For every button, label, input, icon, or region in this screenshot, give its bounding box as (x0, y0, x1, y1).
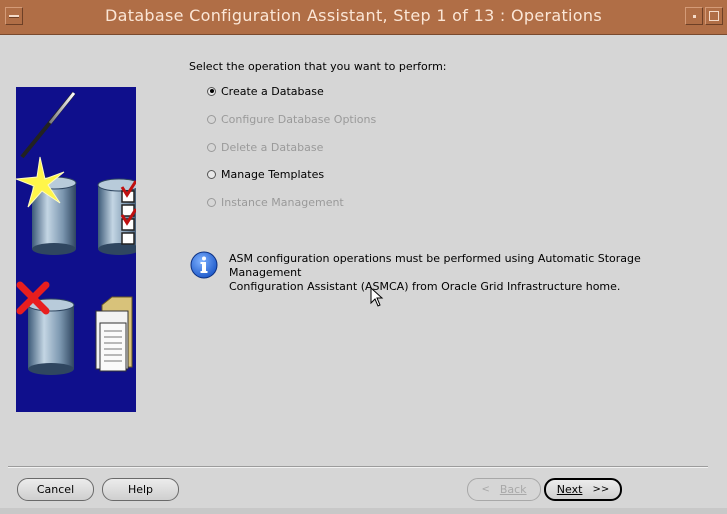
next-button[interactable]: Next >> (544, 478, 622, 501)
folder-icon (95, 296, 133, 372)
back-button[interactable]: < Back (467, 478, 541, 501)
radio-label: Delete a Database (221, 140, 324, 154)
chevron-right-icon: >> (592, 484, 610, 495)
chevron-left-icon: < (481, 484, 490, 495)
cancel-button[interactable]: Cancel (17, 478, 94, 501)
wizard-illustration (15, 87, 156, 412)
radio-button-disabled (207, 197, 216, 207)
radio-label: Instance Management (221, 195, 344, 209)
radio-configure-options: Configure Database Options (207, 111, 376, 127)
help-button[interactable]: Help (102, 478, 179, 501)
radio-label: Create a Database (221, 84, 324, 98)
radio-label: Configure Database Options (221, 112, 377, 126)
info-line-1: ASM configuration operations must be per… (229, 252, 641, 279)
back-button-label: Back (499, 483, 527, 496)
next-button-label: Next (556, 483, 583, 496)
radio-create-database[interactable]: Create a Database (207, 83, 324, 99)
radio-button[interactable] (207, 169, 216, 179)
info-line-2: Configuration Assistant (ASMCA) from Ora… (229, 280, 621, 293)
info-icon (190, 251, 218, 279)
cancel-button-label: Cancel (36, 483, 75, 496)
mouse-cursor-icon (370, 286, 384, 307)
radio-label: Manage Templates (221, 167, 325, 181)
radio-instance-management: Instance Management (207, 194, 344, 210)
radio-delete-database: Delete a Database (207, 139, 323, 155)
window-title: Database Configuration Assistant, Step 1… (105, 6, 602, 25)
radio-button-selected[interactable] (207, 86, 216, 96)
operation-prompt: Select the operation that you want to pe… (189, 60, 447, 73)
minimize-button[interactable] (685, 7, 703, 25)
window-menu-button[interactable] (5, 7, 23, 25)
footer-separator (8, 466, 708, 468)
window-bottom-edge (0, 508, 727, 514)
title-bar[interactable]: Database Configuration Assistant, Step 1… (0, 0, 727, 35)
asm-info-message: ASM configuration operations must be per… (229, 252, 699, 294)
radio-button-disabled (207, 142, 216, 152)
radio-manage-templates[interactable]: Manage Templates (207, 166, 324, 182)
maximize-button[interactable] (705, 7, 723, 25)
help-button-label: Help (127, 483, 154, 496)
radio-button-disabled (207, 114, 216, 124)
